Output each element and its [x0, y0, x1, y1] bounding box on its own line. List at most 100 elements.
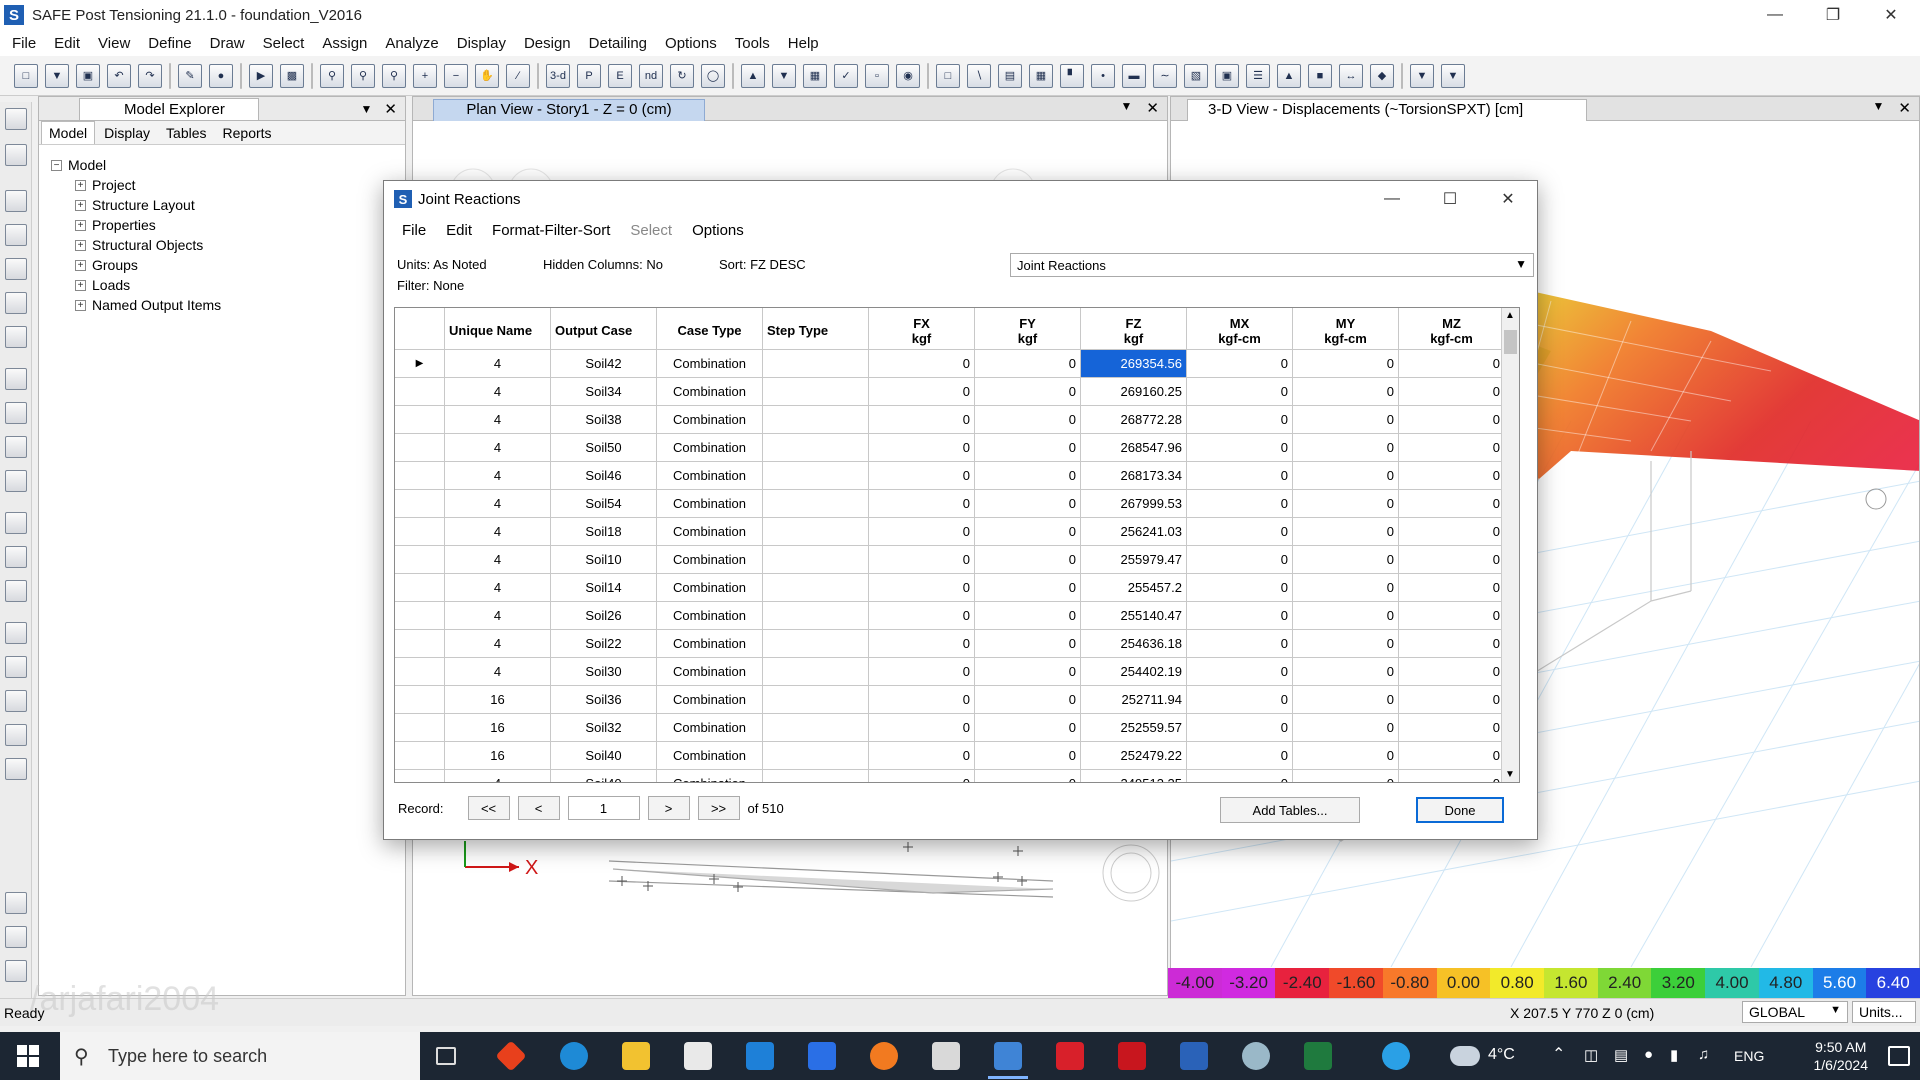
cell-fz[interactable]: 269354.56: [1081, 350, 1187, 378]
shrink-objects-icon[interactable]: ◉: [896, 63, 920, 88]
cell-case-type[interactable]: Combination: [657, 378, 763, 406]
cell-my[interactable]: 0: [1293, 630, 1399, 658]
excel-icon[interactable]: [1304, 1042, 1332, 1070]
move-down-icon[interactable]: ▼: [772, 63, 796, 88]
cell-fy[interactable]: 0: [975, 714, 1081, 742]
cell-unique-name[interactable]: 4: [445, 770, 551, 782]
panel-close-icon[interactable]: ✕: [1146, 99, 1159, 117]
cell-fx[interactable]: 0: [869, 350, 975, 378]
cell-my[interactable]: 0: [1293, 490, 1399, 518]
tree-node-loads[interactable]: + Loads: [51, 275, 221, 295]
cell-output-case[interactable]: Soil22: [551, 630, 657, 658]
restore-button[interactable]: ❐: [1804, 0, 1862, 30]
menu-help[interactable]: Help: [782, 35, 831, 52]
table-row[interactable]: 16 Soil40 Combination 0 0 252479.22 0 0 0: [395, 742, 1505, 770]
elevation-view-icon[interactable]: E: [608, 63, 632, 88]
cell-fy[interactable]: 0: [975, 686, 1081, 714]
cell-fy[interactable]: 0: [975, 658, 1081, 686]
table-row[interactable]: 4 Soil34 Combination 0 0 269160.25 0 0 0: [395, 378, 1505, 406]
cell-case-type[interactable]: Combination: [657, 630, 763, 658]
draw-rect-tool-icon[interactable]: [5, 258, 27, 280]
cell-output-case[interactable]: Soil34: [551, 378, 657, 406]
coordinate-system-select[interactable]: GLOBAL ▼: [1742, 1001, 1848, 1023]
cell-step-type[interactable]: [763, 770, 869, 782]
nd-view-icon[interactable]: nd: [639, 63, 663, 88]
cell-unique-name[interactable]: 4: [445, 658, 551, 686]
cell-unique-name[interactable]: 16: [445, 686, 551, 714]
select-all-tool-icon[interactable]: [5, 892, 27, 914]
cell-fx[interactable]: 0: [869, 658, 975, 686]
cell-step-type[interactable]: [763, 406, 869, 434]
weather-cloud-icon[interactable]: [1450, 1046, 1480, 1066]
draw-rectangle-icon[interactable]: □: [936, 63, 960, 88]
cell-step-type[interactable]: [763, 462, 869, 490]
store-icon[interactable]: [684, 1042, 712, 1070]
row-selector[interactable]: ▶: [395, 350, 445, 378]
draw-opening-tool-icon[interactable]: [5, 512, 27, 534]
cell-step-type[interactable]: [763, 518, 869, 546]
row-selector[interactable]: [395, 742, 445, 770]
row-selector[interactable]: [395, 574, 445, 602]
cell-my[interactable]: 0: [1293, 518, 1399, 546]
cell-step-type[interactable]: [763, 350, 869, 378]
collapse-icon[interactable]: −: [51, 159, 62, 171]
cell-mz[interactable]: 0: [1399, 406, 1505, 434]
cell-mz[interactable]: 0: [1399, 770, 1505, 782]
cell-mx[interactable]: 0: [1187, 350, 1293, 378]
draw-line-tool-icon[interactable]: [5, 190, 27, 212]
view-3d-tab[interactable]: 3-D View - Displacements (~TorsionSPXT) …: [1187, 99, 1587, 121]
cell-fz[interactable]: 252711.94: [1081, 686, 1187, 714]
table-row[interactable]: 4 Soil14 Combination 0 0 255457.2 0 0 0: [395, 574, 1505, 602]
cell-fz[interactable]: 268772.28: [1081, 406, 1187, 434]
refresh-view-icon[interactable]: ▩: [280, 63, 304, 88]
cell-unique-name[interactable]: 4: [445, 630, 551, 658]
cell-step-type[interactable]: [763, 378, 869, 406]
expand-icon[interactable]: +: [75, 179, 86, 191]
table-row[interactable]: 16 Soil32 Combination 0 0 252559.57 0 0 0: [395, 714, 1505, 742]
cell-fy[interactable]: 0: [975, 462, 1081, 490]
row-selector[interactable]: [395, 434, 445, 462]
record-number-input[interactable]: 1: [567, 796, 640, 820]
scroll-up-icon[interactable]: ▲: [1505, 310, 1515, 321]
zoom-extents-icon[interactable]: ⚲: [351, 63, 375, 88]
help-icon[interactable]: [1382, 1042, 1410, 1070]
reshaper-icon[interactable]: [5, 144, 27, 166]
autocad-icon[interactable]: [1056, 1042, 1084, 1070]
previous-record-button[interactable]: <: [517, 796, 560, 820]
cell-fx[interactable]: 0: [869, 574, 975, 602]
cell-fz[interactable]: 256241.03: [1081, 518, 1187, 546]
cell-unique-name[interactable]: 4: [445, 574, 551, 602]
cell-mx[interactable]: 0: [1187, 714, 1293, 742]
app-icon-generic[interactable]: [1242, 1042, 1270, 1070]
row-selector[interactable]: [395, 770, 445, 782]
cell-fy[interactable]: 0: [975, 770, 1081, 782]
cell-mz[interactable]: 0: [1399, 658, 1505, 686]
cell-mz[interactable]: 0: [1399, 350, 1505, 378]
row-selector[interactable]: [395, 714, 445, 742]
close-button[interactable]: ✕: [1862, 0, 1920, 30]
zoom-previous-icon[interactable]: ⚲: [382, 63, 406, 88]
menu-edit[interactable]: Edit: [48, 35, 92, 52]
cell-my[interactable]: 0: [1293, 350, 1399, 378]
done-button[interactable]: Done: [1416, 797, 1504, 823]
check-icon[interactable]: ✓: [834, 63, 858, 88]
new-model-icon[interactable]: □: [14, 63, 38, 88]
draw-wall-tool-icon[interactable]: [5, 368, 27, 390]
menu-define[interactable]: Define: [142, 35, 203, 52]
menu-assign[interactable]: Assign: [316, 35, 379, 52]
zoom-window-icon[interactable]: ⚲: [320, 63, 344, 88]
expand-icon[interactable]: +: [75, 199, 86, 211]
cell-mz[interactable]: 0: [1399, 546, 1505, 574]
cell-my[interactable]: 0: [1293, 602, 1399, 630]
table-row[interactable]: 4 Soil54 Combination 0 0 267999.53 0 0 0: [395, 490, 1505, 518]
draw-load-tool-icon[interactable]: [5, 622, 27, 644]
column-header-step-type[interactable]: Step Type: [763, 308, 869, 350]
table-row[interactable]: 4 Soil38 Combination 0 0 268772.28 0 0 0: [395, 406, 1505, 434]
column-header-mz[interactable]: MZ kgf-cm: [1399, 308, 1505, 350]
dialog-menu-format-filter-sort[interactable]: Format-Filter-Sort: [482, 222, 620, 239]
cell-output-case[interactable]: Soil46: [551, 462, 657, 490]
redo-icon[interactable]: ↷: [138, 63, 162, 88]
expand-icon[interactable]: +: [75, 219, 86, 231]
cell-my[interactable]: 0: [1293, 462, 1399, 490]
cell-step-type[interactable]: [763, 686, 869, 714]
